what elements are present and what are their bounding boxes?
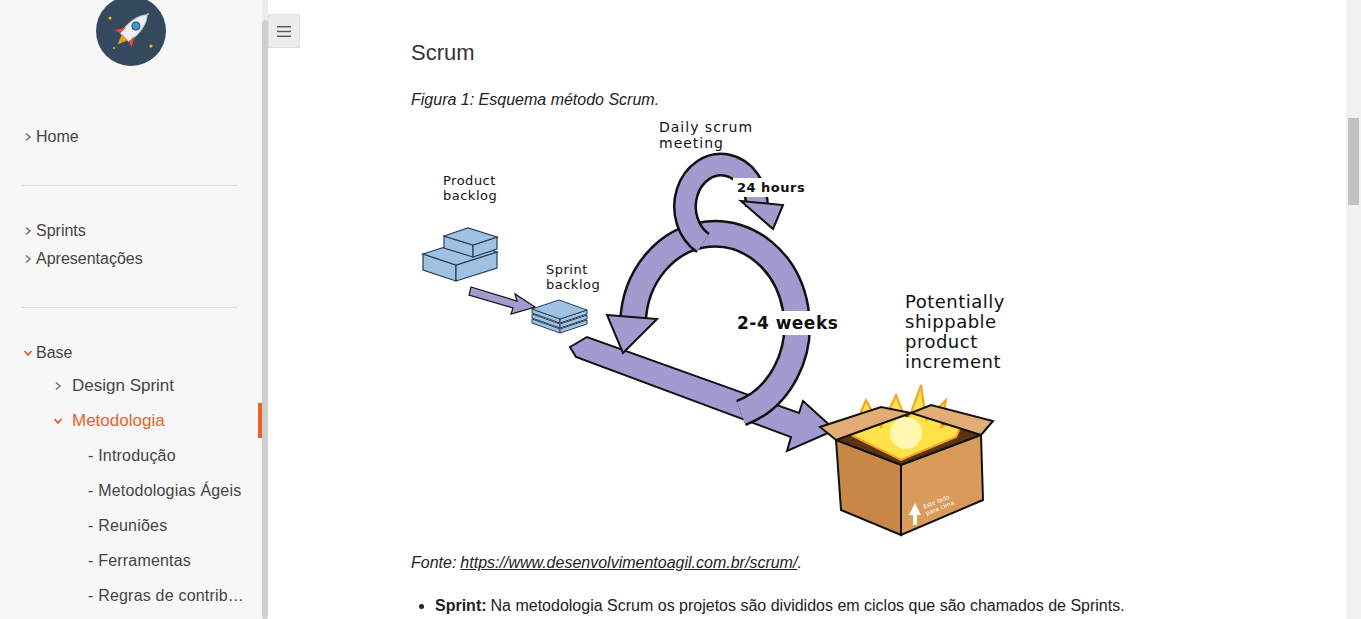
menu-toggle-button[interactable]	[268, 14, 300, 48]
sidebar-item[interactable]: Home	[0, 123, 262, 151]
chevron-holder	[22, 254, 33, 264]
diagram-label-line: Potentially	[905, 292, 1005, 312]
diagram-label-line: 2-4 weeks	[737, 312, 838, 334]
sidebar-separator	[21, 307, 237, 308]
chevron-right-icon[interactable]	[53, 381, 63, 391]
diagram-label: 24 hours	[733, 178, 809, 197]
hamburger-icon[interactable]	[277, 26, 291, 37]
sidebar-item-label[interactable]: Base	[36, 344, 72, 362]
scrollbar-thumb[interactable]	[262, 20, 268, 619]
diagram-label-line: increment	[905, 352, 1005, 372]
chevron-holder	[52, 416, 64, 426]
definition-text: Na metodologia Scrum os projetos são div…	[491, 597, 1125, 614]
article: Scrum Figura 1: Esquema método Scrum. Dail…	[268, 0, 1346, 617]
diagram-label: Productbacklog	[443, 173, 497, 203]
figure-caption: Figura 1: Esquema método Scrum.	[411, 89, 1306, 111]
sidebar-group: Home	[0, 123, 262, 151]
definition-item: Sprint:Na metodologia Scrum os projetos …	[435, 595, 1306, 617]
diagram-label-line: backlog	[443, 188, 497, 203]
page-heading: Scrum	[411, 38, 1306, 68]
scrollbar-thumb[interactable]	[1348, 118, 1359, 205]
sidebar-item-label[interactable]: - Ferramentas	[88, 552, 191, 570]
sidebar-separator	[21, 185, 237, 186]
definition-term: Sprint:	[435, 597, 487, 614]
rocket-logo-icon[interactable]	[96, 0, 166, 66]
sidebar-item-label[interactable]: - Reuniões	[88, 517, 167, 535]
diagram-label: Daily scrummeeting	[659, 119, 753, 151]
sidebar-group: Sprints Apresentações	[0, 217, 262, 273]
page-scrollbar[interactable]	[1346, 0, 1361, 619]
diagram-label: Potentiallyshippableproductincrement	[905, 292, 1005, 372]
scrum-diagram: Daily scrummeeting24 hoursProductbacklog…	[411, 115, 1031, 540]
source-link[interactable]: https://www.desenvolvimentoagil.com.br/s…	[460, 554, 797, 571]
diagram-label-line: 24 hours	[737, 179, 805, 196]
diagram-label-line: backlog	[546, 277, 600, 292]
chevron-down-icon[interactable]	[23, 348, 33, 358]
chevron-holder	[52, 381, 64, 391]
sidebar-item-label[interactable]: Sprints	[36, 222, 86, 240]
diagram-label-line: product	[905, 332, 1005, 352]
sidebar: Home Sprints Apresentações BaseDesign Sprin…	[0, 0, 262, 619]
sidebar-item-label[interactable]: Home	[36, 128, 79, 146]
sidebar-item[interactable]: - Ferramentas	[0, 543, 262, 578]
chevron-holder	[22, 226, 33, 236]
diagram-label: 2-4 weeks	[733, 311, 842, 335]
diagram-label-line: meeting	[659, 135, 753, 151]
sidebar-scrollbar[interactable]	[262, 0, 268, 619]
sidebar-item-label[interactable]: Apresentações	[36, 250, 143, 268]
sidebar-item[interactable]: - Metodologias Ágeis	[0, 473, 262, 508]
sidebar-item[interactable]: Metodologia	[0, 403, 262, 438]
diagram-label: Sprintbacklog	[546, 262, 600, 292]
sidebar-item-label[interactable]: - Regras de contrib…	[88, 587, 244, 605]
sidebar-item-label[interactable]: Metodologia	[72, 411, 165, 431]
sidebar-item[interactable]: - Reuniões	[0, 508, 262, 543]
source-suffix: .	[797, 554, 801, 571]
chevron-right-icon[interactable]	[23, 226, 33, 236]
sidebar-item-label[interactable]: - Metodologias Ágeis	[88, 482, 241, 500]
source-prefix: Fonte:	[411, 554, 456, 571]
sidebar-item[interactable]: - Regras de contrib…	[0, 578, 262, 613]
sidebar-item-label[interactable]: - Introdução	[88, 447, 176, 465]
sidebar-item[interactable]: Apresentações	[0, 245, 262, 273]
sidebar-item[interactable]: Design Sprint	[0, 368, 262, 403]
sidebar-item[interactable]: Sprints	[0, 217, 262, 245]
chevron-holder	[22, 132, 33, 142]
diagram-label-line: shippable	[905, 312, 1005, 332]
diagram-label-line: Product	[443, 173, 497, 188]
sidebar-group: BaseDesign Sprint Metodologia - Introdução…	[0, 339, 262, 613]
sidebar-item-label[interactable]: Design Sprint	[72, 376, 174, 396]
diagram-label-line: Sprint	[546, 262, 600, 277]
chevron-right-icon[interactable]	[23, 132, 33, 142]
main-content: Scrum Figura 1: Esquema método Scrum. Dail…	[268, 0, 1346, 619]
figure-source: Fonte:https://www.desenvolvimentoagil.co…	[411, 552, 1306, 574]
sidebar-item[interactable]: Base	[0, 339, 262, 367]
diagram-label-line: Daily scrum	[659, 119, 753, 135]
definition-list: Sprint:Na metodologia Scrum os projetos …	[411, 595, 1306, 617]
chevron-holder	[22, 348, 33, 358]
sidebar-item[interactable]: - Introdução	[0, 438, 262, 473]
chevron-down-icon[interactable]	[53, 416, 63, 426]
chevron-right-icon[interactable]	[23, 254, 33, 264]
